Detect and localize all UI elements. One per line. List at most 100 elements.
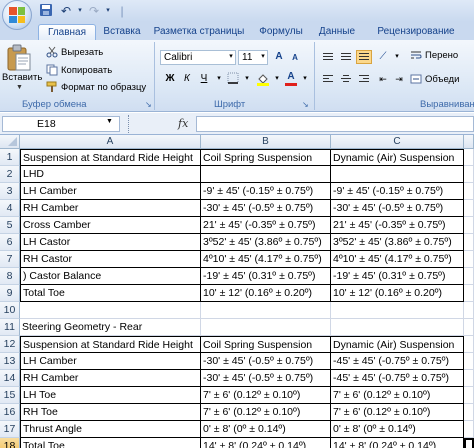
cell-b15[interactable]: 7' ± 6' (0.12º ± 0.10º) xyxy=(201,387,331,404)
row-header[interactable]: 11 xyxy=(0,319,20,336)
cell-d12[interactable] xyxy=(464,336,474,353)
cell-c12[interactable]: Dynamic (Air) Suspension xyxy=(331,336,464,353)
cell-b5[interactable]: 21' ± 45' (-0.35º ± 0.75º) xyxy=(201,217,331,234)
office-button[interactable] xyxy=(2,0,32,30)
cell-a7[interactable]: RH Castor xyxy=(20,251,201,268)
copy-button[interactable]: Копировать xyxy=(46,63,112,77)
cell-c18[interactable]: 14' ± 8' (0.24º ± 0.14º) xyxy=(331,438,464,448)
cell-d14[interactable] xyxy=(464,370,474,387)
cell-a8[interactable]: ) Castor Balance xyxy=(20,268,201,285)
cell-b14[interactable]: -30' ± 45' (-0.5º ± 0.75º) xyxy=(201,370,331,387)
merge-button[interactable]: Объеди xyxy=(410,72,459,86)
name-box-dropdown-icon[interactable]: ▼ xyxy=(106,118,113,125)
font-color-button[interactable]: A xyxy=(284,70,298,84)
row-header[interactable]: 4 xyxy=(0,200,20,217)
cell-d7[interactable] xyxy=(464,251,474,268)
cell-d13[interactable] xyxy=(464,353,474,370)
cell-b13[interactable]: -30' ± 45' (-0.5º ± 0.75º) xyxy=(201,353,331,370)
cell-d3[interactable] xyxy=(464,183,474,200)
row-header[interactable]: 9 xyxy=(0,285,20,302)
row-header[interactable]: 12 xyxy=(0,336,20,353)
cell-d6[interactable] xyxy=(464,234,474,251)
cell-a18[interactable]: Total Toe xyxy=(20,438,201,448)
format-painter-button[interactable]: Формат по образцу xyxy=(46,80,146,94)
font-size-dropdown-icon[interactable]: ▾ xyxy=(256,50,270,64)
cell-a10[interactable] xyxy=(20,302,201,319)
tab-formulas[interactable]: Формулы xyxy=(256,24,306,40)
cell-d15[interactable] xyxy=(464,387,474,404)
align-right-icon[interactable] xyxy=(356,72,372,86)
column-header-b[interactable]: B xyxy=(201,135,331,149)
select-all-corner[interactable] xyxy=(0,135,20,149)
cell-c16[interactable]: 7' ± 6' (0.12º ± 0.10º) xyxy=(331,404,464,421)
column-header-d[interactable] xyxy=(464,135,474,149)
cell-d4[interactable] xyxy=(464,200,474,217)
column-header-a[interactable]: A xyxy=(20,135,201,149)
row-header[interactable]: 3 xyxy=(0,183,20,200)
cell-a16[interactable]: RH Toe xyxy=(20,404,201,421)
cell-d5[interactable] xyxy=(464,217,474,234)
row-header[interactable]: 15 xyxy=(0,387,20,404)
cell-c15[interactable]: 7' ± 6' (0.12º ± 0.10º) xyxy=(331,387,464,404)
cell-c7[interactable]: 4º10' ± 45' (4.17º ± 0.75º) xyxy=(331,251,464,268)
cell-a5[interactable]: Cross Camber xyxy=(20,217,201,234)
row-header[interactable]: 8 xyxy=(0,268,20,285)
fill-color-dropdown-icon[interactable]: ▾ xyxy=(270,72,284,86)
cell-b16[interactable]: 7' ± 6' (0.12º ± 0.10º) xyxy=(201,404,331,421)
row-header[interactable]: 7 xyxy=(0,251,20,268)
borders-icon[interactable] xyxy=(226,72,240,86)
cell-b7[interactable]: 4º10' ± 45' (4.17º ± 0.75º) xyxy=(201,251,331,268)
formula-input[interactable] xyxy=(196,116,474,132)
row-header[interactable]: 10 xyxy=(0,302,20,319)
shrink-font-button[interactable]: A xyxy=(288,51,302,65)
font-color-dropdown-icon[interactable]: ▾ xyxy=(298,72,312,86)
font-dialog-launcher-icon[interactable]: ↘ xyxy=(302,100,309,109)
cell-b18[interactable]: 14' ± 8' (0.24º ± 0.14º) xyxy=(201,438,331,448)
cell-a6[interactable]: LH Castor xyxy=(20,234,201,251)
cell-c10[interactable] xyxy=(331,302,464,319)
cell-d10[interactable] xyxy=(464,302,474,319)
row-header[interactable]: 18 xyxy=(0,438,20,448)
cell-c13[interactable]: -45' ± 45' (-0.75º ± 0.75º) xyxy=(331,353,464,370)
borders-dropdown-icon[interactable]: ▾ xyxy=(240,72,254,86)
tab-data[interactable]: Данные xyxy=(314,24,360,40)
cell-b3[interactable]: -9' ± 45' (-0.15º ± 0.75º) xyxy=(201,183,331,200)
bold-button[interactable]: Ж xyxy=(163,72,177,86)
row-header[interactable]: 13 xyxy=(0,353,20,370)
cell-a13[interactable]: LH Camber xyxy=(20,353,201,370)
tab-home[interactable]: Главная xyxy=(38,24,96,40)
orientation-icon[interactable]: ⟋ xyxy=(376,50,390,64)
cell-d16[interactable] xyxy=(464,404,474,421)
paste-dropdown-icon[interactable]: ▼ xyxy=(16,84,23,91)
wrap-text-button[interactable]: Перено xyxy=(410,48,458,62)
underline-button[interactable]: Ч xyxy=(197,72,211,86)
cell-b17[interactable]: 0' ± 8' (0º ± 0.14º) xyxy=(201,421,331,438)
cell-c1[interactable]: Dynamic (Air) Suspension xyxy=(331,149,464,166)
orientation-dropdown-icon[interactable]: ▾ xyxy=(390,50,404,64)
cut-button[interactable]: Вырезать xyxy=(46,45,103,59)
cell-b1[interactable]: Coil Spring Suspension xyxy=(201,149,331,166)
save-icon[interactable] xyxy=(38,3,54,19)
align-middle-icon[interactable] xyxy=(338,50,354,64)
font-name-dropdown-icon[interactable]: ▾ xyxy=(224,50,238,64)
row-header[interactable]: 2 xyxy=(0,166,20,183)
cell-b11[interactable] xyxy=(201,319,331,336)
align-top-icon[interactable] xyxy=(320,50,336,64)
clipboard-dialog-launcher-icon[interactable]: ↘ xyxy=(145,100,152,109)
cell-b9[interactable]: 10' ± 12' (0.16º ± 0.20º) xyxy=(201,285,331,302)
tab-insert[interactable]: Вставка xyxy=(100,24,144,40)
fill-color-icon[interactable] xyxy=(256,72,270,86)
italic-button[interactable]: К xyxy=(180,72,194,86)
decrease-indent-icon[interactable]: ⇤ xyxy=(376,72,390,86)
cell-d11[interactable] xyxy=(464,319,474,336)
cell-c9[interactable]: 10' ± 12' (0.16º ± 0.20º) xyxy=(331,285,464,302)
cell-b6[interactable]: 3º52' ± 45' (3.86º ± 0.75º) xyxy=(201,234,331,251)
cell-d17[interactable] xyxy=(464,421,474,438)
cell-b10[interactable] xyxy=(201,302,331,319)
cell-c11[interactable] xyxy=(331,319,464,336)
insert-function-icon[interactable]: fx xyxy=(178,117,188,130)
cell-d9[interactable] xyxy=(464,285,474,302)
cell-b2[interactable] xyxy=(201,166,331,183)
align-left-icon[interactable] xyxy=(320,72,336,86)
cell-b8[interactable]: -19' ± 45' (0.31º ± 0.75º) xyxy=(201,268,331,285)
